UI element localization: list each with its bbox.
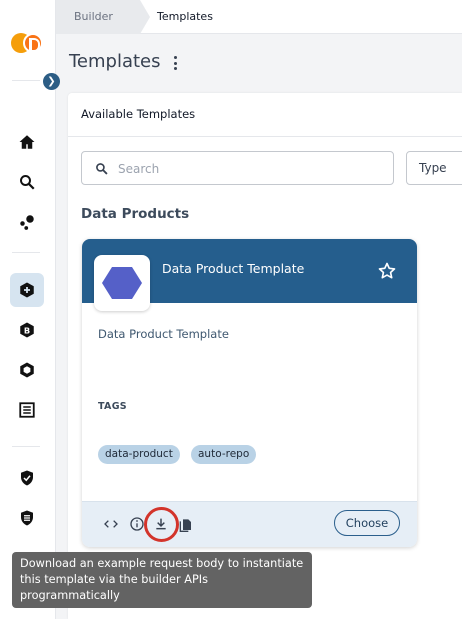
shield-list-icon <box>21 510 33 526</box>
sidebar-divider <box>12 252 40 253</box>
copy-icon <box>179 519 191 532</box>
card-footer: Choose <box>82 501 417 547</box>
choose-button[interactable]: Choose <box>334 510 400 536</box>
kebab-dot <box>173 61 177 65</box>
code-icon <box>104 520 118 528</box>
more-options-button[interactable] <box>170 54 180 72</box>
sidebar: B ❯ <box>0 0 60 619</box>
template-card: Data Product Template Data Product Templ… <box>82 239 417 547</box>
type-filter-select[interactable]: Type <box>406 151 462 185</box>
card-description: Data Product Template <box>98 327 229 341</box>
sidebar-item-bitbucket[interactable]: B <box>10 313 44 347</box>
breadcrumb-builder[interactable]: Builder <box>56 0 150 34</box>
sidebar-divider <box>12 446 40 447</box>
kebab-dot <box>173 67 177 70</box>
tag-chip[interactable]: auto-repo <box>191 445 257 464</box>
sidebar-item-governance[interactable] <box>10 461 44 495</box>
sidebar-item-hexagon[interactable] <box>10 353 44 387</box>
tag-chip[interactable]: data-product <box>98 445 180 464</box>
sidebar-item-policies[interactable] <box>10 501 44 535</box>
home-icon <box>19 135 35 149</box>
template-logo <box>94 255 150 311</box>
expand-sidebar-button[interactable]: ❯ <box>43 73 60 90</box>
sidebar-item-list[interactable] <box>10 393 44 427</box>
builder-icon <box>20 282 34 298</box>
sidebar-item-builder[interactable] <box>10 273 44 307</box>
sidebar-item-graph[interactable] <box>10 205 44 239</box>
svg-text:B: B <box>24 325 30 335</box>
type-filter-label: Type <box>419 161 447 175</box>
sidebar-divider <box>12 80 40 81</box>
search-icon <box>20 175 35 190</box>
star-icon[interactable] <box>377 261 397 281</box>
highlight-ring <box>144 507 179 542</box>
hexagon-icon <box>20 362 34 378</box>
kebab-dot <box>173 56 177 59</box>
sidebar-item-search[interactable] <box>10 165 44 199</box>
search-icon <box>96 163 108 175</box>
search-input[interactable] <box>118 160 378 178</box>
panel-header: Available Templates <box>68 93 462 137</box>
bitbucket-icon: B <box>20 322 34 338</box>
shield-check-icon <box>21 470 33 486</box>
search-box[interactable] <box>81 151 394 185</box>
tags-label: TAGS <box>98 401 127 412</box>
graph-icon <box>20 215 34 230</box>
hexagon-icon <box>102 267 142 299</box>
section-title: Data Products <box>81 206 190 222</box>
breadcrumb-templates: Templates <box>157 10 213 23</box>
list-icon <box>19 402 35 418</box>
templates-panel: Available Templates Type Data Products D… <box>68 93 462 619</box>
card-title: Data Product Template <box>162 261 305 276</box>
app-logo[interactable] <box>11 31 45 55</box>
chevron-right-icon: ❯ <box>47 76 56 87</box>
page-title: Templates <box>69 51 161 72</box>
sidebar-item-home[interactable] <box>10 125 44 159</box>
download-tooltip: Download an example request body to inst… <box>12 552 312 608</box>
panel-heading: Available Templates <box>81 107 196 121</box>
info-icon <box>130 517 144 531</box>
breadcrumb: Builder Templates <box>56 0 462 34</box>
view-code-button[interactable] <box>101 514 121 534</box>
